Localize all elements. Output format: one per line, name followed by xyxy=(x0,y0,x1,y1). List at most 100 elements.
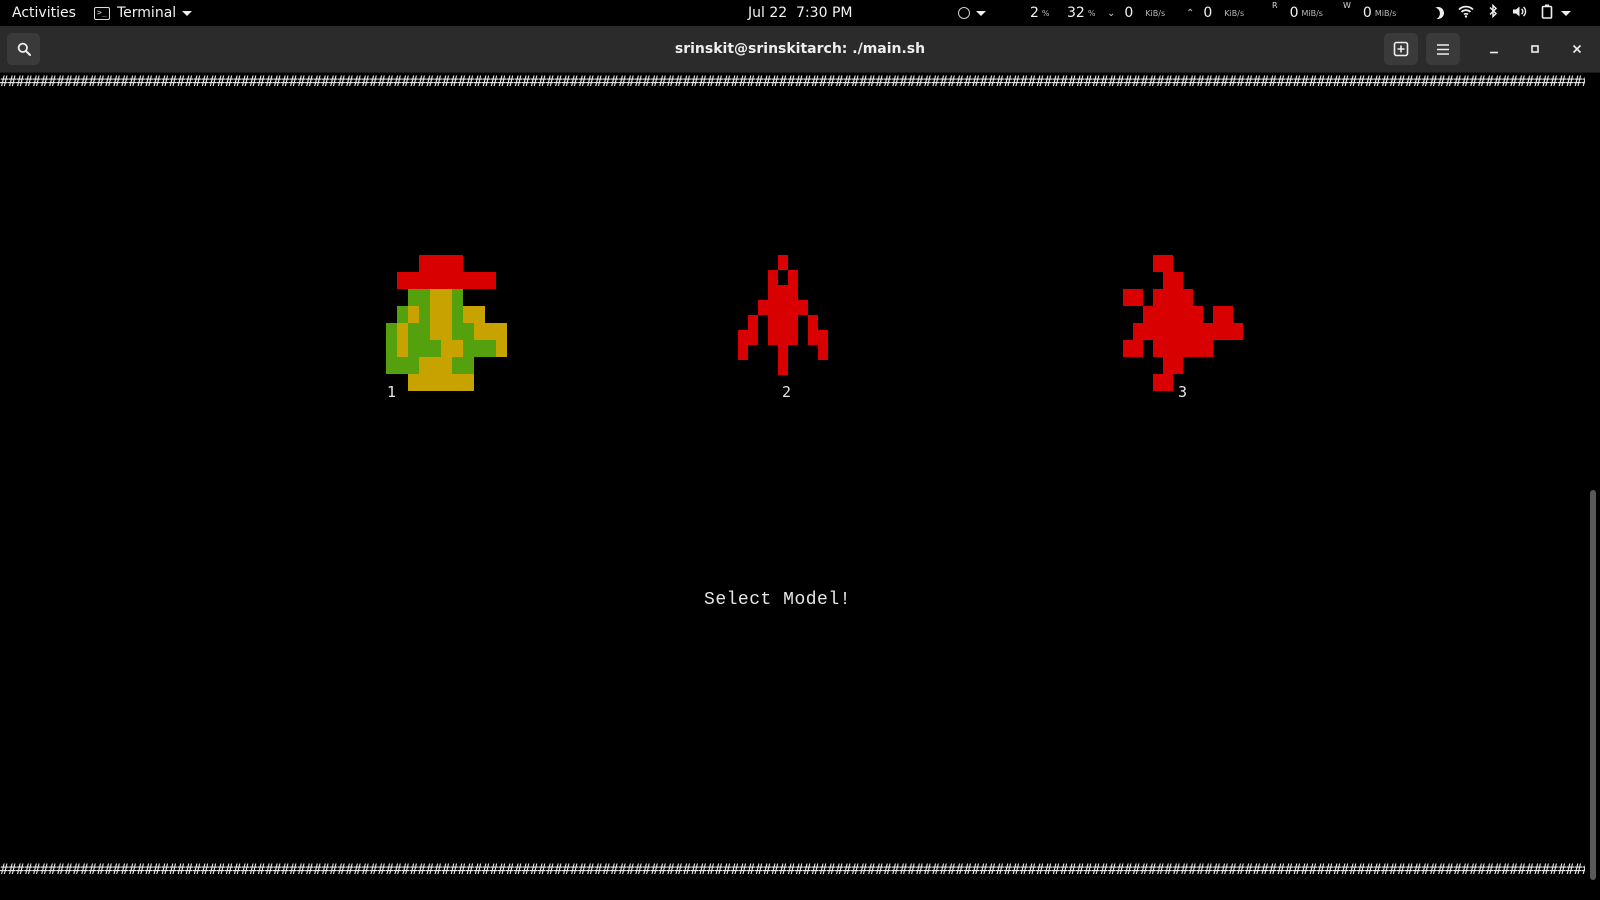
border-hash-row-top: ########################################… xyxy=(0,74,1585,90)
sprite-pixel xyxy=(808,300,818,315)
terminal-area[interactable]: ########################################… xyxy=(0,73,1600,900)
sprite-pixel xyxy=(788,255,798,270)
sprite-pixel xyxy=(452,323,463,340)
terminal-scrollbar[interactable] xyxy=(1590,490,1596,880)
new-tab-button[interactable] xyxy=(1384,33,1418,65)
sprite-pixel xyxy=(1133,374,1143,391)
sprite-pixel xyxy=(1143,255,1153,272)
status-indicator-button[interactable] xyxy=(958,0,986,26)
sprite-pixel xyxy=(778,300,788,315)
sprite-pixel xyxy=(1223,272,1233,289)
sprite-pixel xyxy=(1223,357,1233,374)
search-button[interactable] xyxy=(7,33,40,65)
sprite-pixel xyxy=(1153,255,1163,272)
sprite-pixel xyxy=(463,374,474,391)
sprite-pixel xyxy=(778,270,788,285)
close-button[interactable] xyxy=(1561,33,1593,65)
sprite-pixel xyxy=(485,289,496,306)
sprite-pixel xyxy=(1213,272,1223,289)
sprite-pixel xyxy=(1123,323,1133,340)
sprite-pixel xyxy=(1193,306,1203,323)
cpu-indicator[interactable]: 2 % xyxy=(1030,0,1050,26)
sprite-pixel xyxy=(818,285,828,300)
model-3-sprite[interactable] xyxy=(1123,255,1243,391)
sprite-pixel xyxy=(452,340,463,357)
sprite-pixel xyxy=(1133,272,1143,289)
sprite-pixel xyxy=(1193,374,1203,391)
terminal-app-icon: >_ xyxy=(94,6,110,20)
sprite-pixel xyxy=(1123,306,1133,323)
system-tray[interactable] xyxy=(1432,0,1571,26)
sprite-pixel xyxy=(430,306,441,323)
cpu-value: 2 xyxy=(1030,5,1039,21)
network-down-indicator[interactable]: ⌄ 0 KiB/s xyxy=(1107,0,1165,26)
sprite-pixel xyxy=(1233,272,1243,289)
sprite-pixel xyxy=(1203,306,1213,323)
select-model-prompt: Select Model! xyxy=(704,590,851,610)
model-2-sprite[interactable] xyxy=(738,255,828,375)
hamburger-menu-icon xyxy=(1437,43,1449,55)
disk-read-indicator[interactable]: R 0 MiB/s xyxy=(1272,0,1323,26)
sprite-pixel xyxy=(419,272,430,289)
sprite-pixel xyxy=(1223,289,1233,306)
chevron-down-icon xyxy=(1561,10,1571,16)
menu-button[interactable] xyxy=(1426,33,1460,65)
memory-indicator[interactable]: 32 % xyxy=(1067,0,1095,26)
sprite-pixel xyxy=(1183,255,1193,272)
sprite-pixel xyxy=(1183,272,1193,289)
sprite-pixel xyxy=(768,255,778,270)
battery-icon xyxy=(1541,4,1553,23)
sprite-pixel xyxy=(768,315,778,330)
sprite-pixel xyxy=(818,360,828,375)
sprite-pixel xyxy=(808,330,818,345)
sprite-pixel xyxy=(408,289,419,306)
activities-button[interactable]: Activities xyxy=(12,0,76,26)
sprite-pixel xyxy=(1163,323,1173,340)
network-up-indicator[interactable]: ⌃ 0 KiB/s xyxy=(1186,0,1244,26)
sprite-pixel xyxy=(485,272,496,289)
sprite-pixel xyxy=(474,255,485,272)
sprite-pixel xyxy=(798,315,808,330)
minimize-button[interactable] xyxy=(1478,33,1510,65)
sprite-pixel xyxy=(798,345,808,360)
sprite-pixel xyxy=(408,272,419,289)
sprite-pixel xyxy=(1133,306,1143,323)
sprite-pixel xyxy=(474,323,485,340)
sprite-pixel xyxy=(430,357,441,374)
sprite-pixel xyxy=(748,315,758,330)
clock-button[interactable]: Jul 22 7:30 PM xyxy=(748,0,852,26)
sprite-pixel xyxy=(798,255,808,270)
sprite-pixel xyxy=(441,289,452,306)
sprite-pixel xyxy=(1173,255,1183,272)
sprite-pixel xyxy=(1233,323,1243,340)
maximize-button[interactable] xyxy=(1519,33,1551,65)
sprite-pixel xyxy=(474,272,485,289)
sprite-pixel xyxy=(1123,272,1133,289)
sprite-pixel xyxy=(788,345,798,360)
sprite-pixel xyxy=(818,345,828,360)
sprite-pixel xyxy=(1193,340,1203,357)
sprite-pixel xyxy=(1153,289,1163,306)
sprite-pixel xyxy=(1173,289,1183,306)
app-menu-button[interactable]: >_ Terminal xyxy=(94,0,193,26)
sprite-pixel xyxy=(452,289,463,306)
sprite-pixel xyxy=(474,357,485,374)
sprite-pixel xyxy=(748,330,758,345)
sprite-pixel xyxy=(1163,255,1173,272)
sprite-pixel xyxy=(485,255,496,272)
net-down-unit: KiB/s xyxy=(1145,8,1166,18)
disk-write-indicator[interactable]: W 0 MiB/s xyxy=(1343,0,1396,26)
sprite-pixel xyxy=(768,345,778,360)
sprite-pixel xyxy=(397,340,408,357)
app-menu-label: Terminal xyxy=(117,5,177,21)
sprite-pixel xyxy=(1143,272,1153,289)
sprite-pixel xyxy=(485,306,496,323)
sprite-pixel xyxy=(768,360,778,375)
model-1-sprite[interactable] xyxy=(386,255,507,391)
sprite-pixel xyxy=(397,272,408,289)
sprite-pixel xyxy=(1163,340,1173,357)
sprite-pixel xyxy=(758,315,768,330)
sprite-pixel xyxy=(1163,357,1173,374)
sprite-pixel xyxy=(1223,323,1233,340)
sprite-pixel xyxy=(798,285,808,300)
